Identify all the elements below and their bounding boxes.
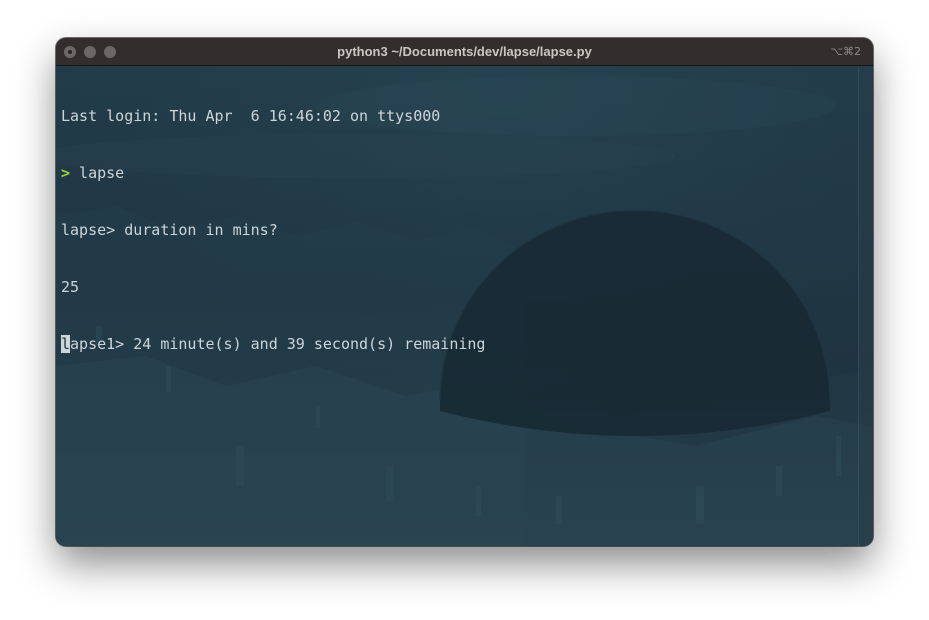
- terminal-output: Last login: Thu Apr 6 16:46:02 on ttys00…: [61, 69, 485, 392]
- scrollbar[interactable]: [858, 66, 873, 546]
- terminal-window: python3 ~/Documents/dev/lapse/lapse.py ⌥…: [56, 38, 873, 546]
- question-line: lapse> duration in mins?: [61, 221, 278, 239]
- prompt-arrow: >: [61, 164, 71, 182]
- login-line: Last login: Thu Apr 6 16:46:02 on ttys00…: [61, 107, 441, 125]
- tab-shortcut-label: ⌥⌘2: [830, 45, 861, 58]
- status-line[interactable]: lapse1> 24 minute(s) and 39 second(s) re…: [61, 335, 485, 354]
- status-text: apse1> 24 minute(s) and 39 second(s) rem…: [70, 335, 486, 353]
- command-text: lapse: [70, 164, 125, 182]
- command-line: > lapse: [61, 164, 485, 183]
- title-bar[interactable]: python3 ~/Documents/dev/lapse/lapse.py ⌥…: [56, 38, 873, 66]
- text-cursor: l: [61, 335, 71, 353]
- answer-line: 25: [61, 278, 80, 296]
- terminal-content[interactable]: Last login: Thu Apr 6 16:46:02 on ttys00…: [56, 66, 873, 546]
- window-title: python3 ~/Documents/dev/lapse/lapse.py: [337, 44, 592, 59]
